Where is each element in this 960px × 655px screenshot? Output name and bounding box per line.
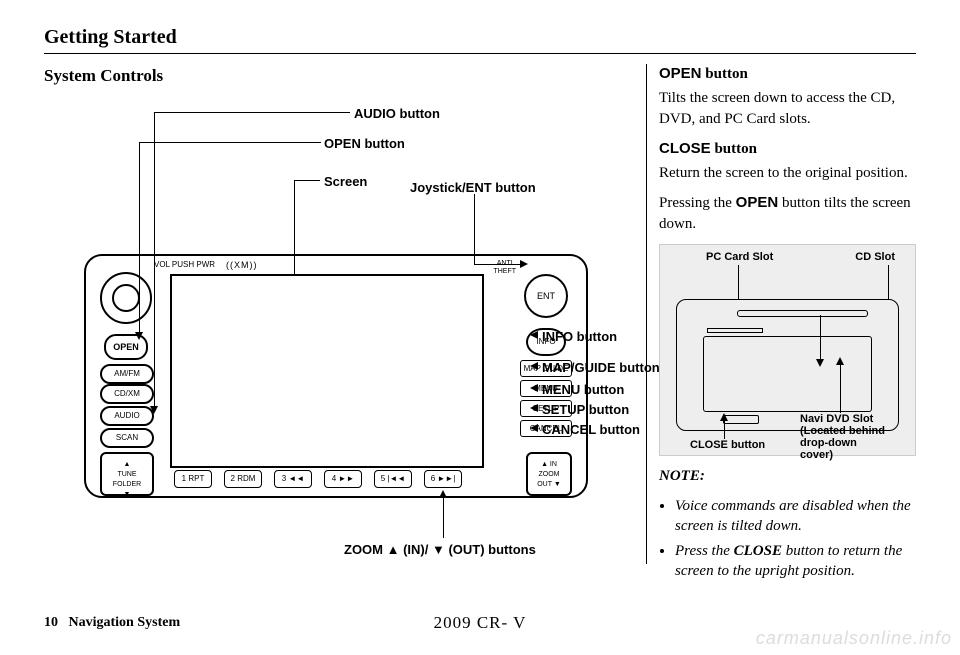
nav-screen[interactable] bbox=[170, 274, 484, 468]
map-guide-button[interactable]: MAP GUIDE bbox=[520, 360, 572, 377]
xm-label: ((XM)) bbox=[226, 260, 258, 270]
leader bbox=[139, 142, 321, 143]
leader bbox=[154, 112, 350, 113]
zoom-rocker[interactable]: ▲ IN ZOOM OUT ▼ bbox=[526, 452, 572, 496]
open-term: OPEN bbox=[659, 65, 702, 82]
open-heading: OPEN button bbox=[659, 64, 916, 84]
pc-card-slot[interactable] bbox=[707, 328, 763, 333]
label-navi-dvd: Navi DVD Slot (Located behind drop-down … bbox=[800, 413, 885, 461]
press-open: OPEN bbox=[736, 194, 779, 211]
label-zoom: ZOOM ▲ (IN)/ ▼ (OUT) buttons bbox=[344, 542, 536, 557]
note-item: Voice commands are disabled when the scr… bbox=[675, 496, 916, 537]
leader bbox=[443, 498, 444, 538]
column-divider bbox=[646, 64, 647, 564]
note-list: Voice commands are disabled when the scr… bbox=[675, 496, 916, 581]
close-button[interactable] bbox=[723, 415, 759, 424]
amfm-button[interactable]: AM/FM bbox=[100, 364, 154, 384]
leader bbox=[294, 180, 320, 181]
note-item: Press the CLOSE button to return the scr… bbox=[675, 541, 916, 582]
watermark: carmanualsonline.info bbox=[756, 628, 952, 649]
anti-theft-label: ANTI THEFT bbox=[493, 260, 516, 276]
arrowhead-up-icon bbox=[720, 413, 728, 421]
scan-button[interactable]: SCAN bbox=[100, 428, 154, 448]
note-1: Voice commands are disabled when the scr… bbox=[675, 498, 911, 534]
open-desc: Tilts the screen down to access the CD, … bbox=[659, 88, 916, 129]
leader bbox=[840, 365, 841, 413]
open-term2: button bbox=[705, 66, 748, 82]
note2b: CLOSE bbox=[734, 543, 782, 559]
close-heading: CLOSE button bbox=[659, 139, 916, 159]
slot-figure: PC Card Slot CD Slot CLOSE button bbox=[659, 244, 916, 456]
label-open: OPEN button bbox=[324, 136, 405, 151]
preset-6[interactable]: 6 ►►| bbox=[424, 470, 462, 488]
cd-slot[interactable] bbox=[737, 310, 868, 317]
preset-4[interactable]: 4 ►► bbox=[324, 470, 362, 488]
volume-knob[interactable] bbox=[100, 272, 152, 324]
press-1: Pressing the bbox=[659, 195, 736, 211]
label-screen: Screen bbox=[324, 174, 367, 189]
setup-button[interactable]: SETUP bbox=[520, 400, 572, 417]
close-term2: button bbox=[714, 141, 757, 157]
leader bbox=[888, 265, 889, 303]
arrowhead-down-icon bbox=[816, 359, 824, 367]
label-pc-slot: PC Card Slot bbox=[706, 251, 773, 263]
close-desc: Return the screen to the original positi… bbox=[659, 163, 916, 183]
preset-2[interactable]: 2 RDM bbox=[224, 470, 262, 488]
note-heading: NOTE: bbox=[659, 468, 705, 484]
label-audio: AUDIO button bbox=[354, 106, 440, 121]
leader bbox=[724, 421, 725, 439]
right-column: OPEN button Tilts the screen down to acc… bbox=[659, 64, 916, 585]
ent-joystick[interactable]: ENT bbox=[524, 274, 568, 318]
audio-button[interactable]: AUDIO bbox=[100, 406, 154, 426]
label-close-button: CLOSE button bbox=[690, 439, 765, 451]
vol-pwr-label: VOL PUSH PWR bbox=[154, 260, 215, 269]
preset-5[interactable]: 5 |◄◄ bbox=[374, 470, 412, 488]
press-line: Pressing the OPEN button tilts the scree… bbox=[659, 193, 916, 234]
tune-folder-rocker[interactable]: ▲ TUNE FOLDER ▼ bbox=[100, 452, 154, 496]
open-button[interactable]: OPEN bbox=[104, 334, 148, 360]
label-cd-slot: CD Slot bbox=[855, 251, 895, 263]
label-joystick: Joystick/ENT button bbox=[410, 180, 536, 195]
menu-button[interactable]: MENU bbox=[520, 380, 572, 397]
head-unit: VOL PUSH PWR ((XM)) ANTI THEFT OPEN AM/F… bbox=[84, 254, 588, 498]
section-title: System Controls bbox=[44, 66, 634, 86]
cancel-button[interactable]: CANCEL bbox=[520, 420, 572, 437]
tilted-screen bbox=[703, 336, 872, 412]
preset-3[interactable]: 3 ◄◄ bbox=[274, 470, 312, 488]
tilted-unit bbox=[676, 299, 899, 431]
note2a: Press the bbox=[675, 543, 734, 559]
preset-1[interactable]: 1 RPT bbox=[174, 470, 212, 488]
close-term: CLOSE bbox=[659, 140, 711, 157]
info-button[interactable]: INFO bbox=[526, 328, 566, 356]
leader bbox=[820, 315, 821, 359]
cdxm-button[interactable]: CD/XM bbox=[100, 384, 154, 404]
chapter-title: Getting Started bbox=[44, 26, 916, 54]
left-column: System Controls AUDIO button OPEN button… bbox=[44, 64, 634, 585]
arrowhead-up-icon bbox=[836, 357, 844, 365]
